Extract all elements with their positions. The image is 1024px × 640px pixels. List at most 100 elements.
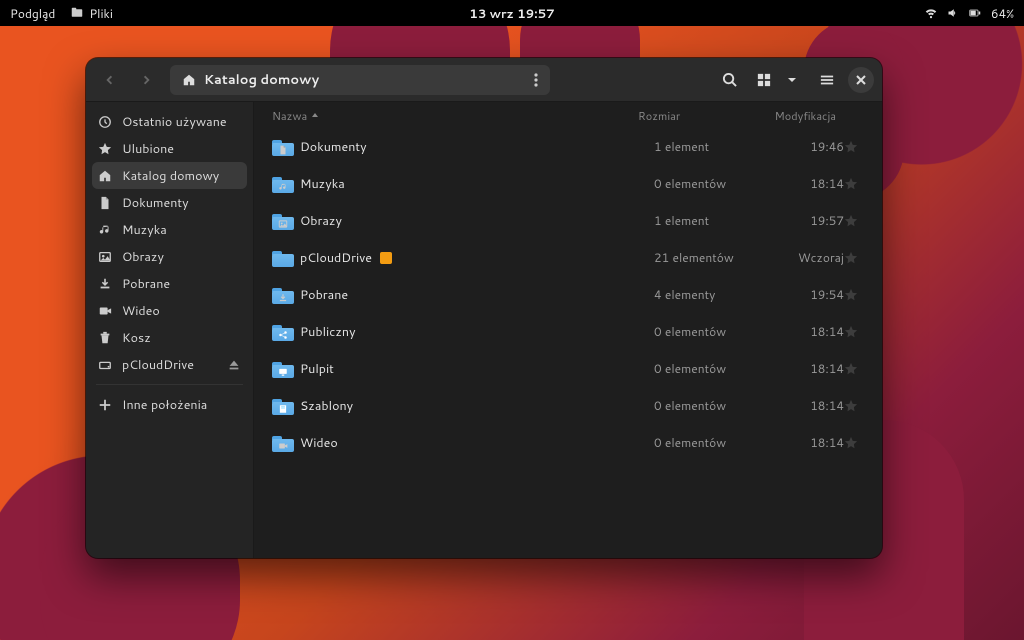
file-size: 0 elementów xyxy=(654,397,764,414)
star-toggle[interactable] xyxy=(844,177,864,191)
file-row[interactable]: Obrazy1 element19:57 xyxy=(254,202,882,239)
download-icon xyxy=(98,277,112,291)
star-toggle[interactable] xyxy=(844,140,864,154)
video-icon xyxy=(98,304,112,318)
folder-icon xyxy=(272,249,300,267)
search-icon xyxy=(722,72,737,87)
app-menu[interactable]: Pliki xyxy=(71,5,113,22)
eject-button[interactable] xyxy=(227,358,241,372)
clock[interactable]: 13 wrz 19:57 xyxy=(469,5,555,22)
view-options-button[interactable] xyxy=(778,65,806,95)
search-button[interactable] xyxy=(714,65,744,95)
sidebar-item-obrazy[interactable]: Obrazy xyxy=(86,243,253,270)
headerbar: Katalog domowy xyxy=(86,58,882,102)
hamburger-menu-button[interactable] xyxy=(812,65,842,95)
file-size: 1 element xyxy=(654,138,764,155)
file-row[interactable]: Szablony 0 elementów18:14 xyxy=(254,387,882,424)
image-icon xyxy=(98,250,112,264)
folder-icon xyxy=(272,434,300,452)
clock-icon xyxy=(98,115,112,129)
sidebar-item-katalog-domowy[interactable]: Katalog domowy xyxy=(92,162,247,189)
file-size: 0 elementów xyxy=(654,175,764,192)
sidebar-item-label: Wideo xyxy=(122,302,160,320)
folder-icon xyxy=(272,360,300,378)
sidebar-item-ostatnio-używane[interactable]: Ostatnio używane xyxy=(86,108,253,135)
sidebar-item-label: Ostatnio używane xyxy=(122,113,227,131)
view-grid-button[interactable] xyxy=(750,65,778,95)
path-menu-button[interactable] xyxy=(534,73,538,87)
system-top-bar: Podgląd Pliki 13 wrz 19:57 64% xyxy=(0,0,1024,26)
file-name: Obrazy xyxy=(300,212,342,230)
sidebar-item-pclouddrive[interactable]: pCloudDrive xyxy=(86,351,253,378)
back-button[interactable] xyxy=(94,65,124,95)
file-size: 0 elementów xyxy=(654,434,764,451)
sync-badge-icon xyxy=(380,252,392,264)
path-bar[interactable]: Katalog domowy xyxy=(170,65,550,95)
drive-icon xyxy=(98,358,112,372)
forward-button[interactable] xyxy=(132,65,162,95)
file-modified: 19:57 xyxy=(764,212,844,229)
star-toggle[interactable] xyxy=(844,362,864,376)
file-name: pCloudDrive xyxy=(300,249,372,267)
column-modified[interactable]: Modyfikacja xyxy=(756,108,836,124)
battery-icon xyxy=(969,7,981,19)
star-toggle[interactable] xyxy=(844,214,864,228)
file-modified: 18:14 xyxy=(764,323,844,340)
column-size[interactable]: Rozmiar xyxy=(638,108,748,124)
file-row[interactable]: Dokumenty1 element19:46 xyxy=(254,128,882,165)
folder-icon xyxy=(272,323,300,341)
folder-icon xyxy=(272,397,300,415)
chevron-right-icon xyxy=(140,73,154,87)
star-toggle[interactable] xyxy=(844,288,864,302)
file-row[interactable]: Wideo0 elementów18:14 xyxy=(254,424,882,461)
sidebar-item-label: Katalog domowy xyxy=(122,167,219,185)
file-row[interactable]: Pulpit0 elementów18:14 xyxy=(254,350,882,387)
sidebar-item-dokumenty[interactable]: Dokumenty xyxy=(86,189,253,216)
sidebar-item-muzyka[interactable]: Muzyka xyxy=(86,216,253,243)
column-name[interactable]: Nazwa xyxy=(272,108,630,124)
sidebar-item-pobrane[interactable]: Pobrane xyxy=(86,270,253,297)
system-status-area[interactable]: 64% xyxy=(925,5,1014,22)
file-modified: Wczoraj xyxy=(764,249,844,266)
sort-asc-icon xyxy=(311,112,319,120)
sidebar-item-label: Pobrane xyxy=(122,275,170,293)
sidebar-item-label: Dokumenty xyxy=(122,194,189,212)
chevron-left-icon xyxy=(102,73,116,87)
file-modified: 19:46 xyxy=(764,138,844,155)
plus-icon xyxy=(98,398,112,412)
file-row[interactable]: Muzyka0 elementów18:14 xyxy=(254,165,882,202)
file-list-view: Nazwa Rozmiar Modyfikacja Dokumenty1 ele… xyxy=(254,102,882,558)
folder-icon xyxy=(272,138,300,156)
file-size: 0 elementów xyxy=(654,360,764,377)
star-toggle[interactable] xyxy=(844,436,864,450)
file-modified: 18:14 xyxy=(764,397,844,414)
sidebar-item-label: Inne położenia xyxy=(122,396,207,414)
doc-icon xyxy=(98,196,112,210)
star-icon xyxy=(98,142,112,156)
star-toggle[interactable] xyxy=(844,399,864,413)
kebab-icon xyxy=(534,73,538,87)
star-toggle[interactable] xyxy=(844,325,864,339)
file-size: 0 elementów xyxy=(654,323,764,340)
sidebar-item-ulubione[interactable]: Ulubione xyxy=(86,135,253,162)
activities-button[interactable]: Podgląd xyxy=(10,5,55,22)
chevron-down-icon xyxy=(787,75,797,85)
sidebar-item-label: Ulubione xyxy=(122,140,174,158)
file-row[interactable]: pCloudDrive21 elementówWczoraj xyxy=(254,239,882,276)
sidebar-other-locations[interactable]: Inne położenia xyxy=(86,391,253,418)
file-row[interactable]: Pobrane4 elementy19:54 xyxy=(254,276,882,313)
column-headers: Nazwa Rozmiar Modyfikacja xyxy=(254,102,882,128)
path-label: Katalog domowy xyxy=(204,71,319,89)
close-button[interactable] xyxy=(848,67,874,93)
sidebar-item-label: Kosz xyxy=(122,329,151,347)
files-app-icon xyxy=(71,7,83,19)
star-toggle[interactable] xyxy=(844,251,864,265)
sidebar-item-wideo[interactable]: Wideo xyxy=(86,297,253,324)
file-row[interactable]: Publiczny0 elementów18:14 xyxy=(254,313,882,350)
file-name: Szablony xyxy=(300,397,353,415)
folder-icon xyxy=(272,212,300,230)
file-size: 4 elementy xyxy=(654,286,764,303)
file-name: Pobrane xyxy=(300,286,348,304)
sidebar-item-label: Obrazy xyxy=(122,248,164,266)
sidebar-item-kosz[interactable]: Kosz xyxy=(86,324,253,351)
